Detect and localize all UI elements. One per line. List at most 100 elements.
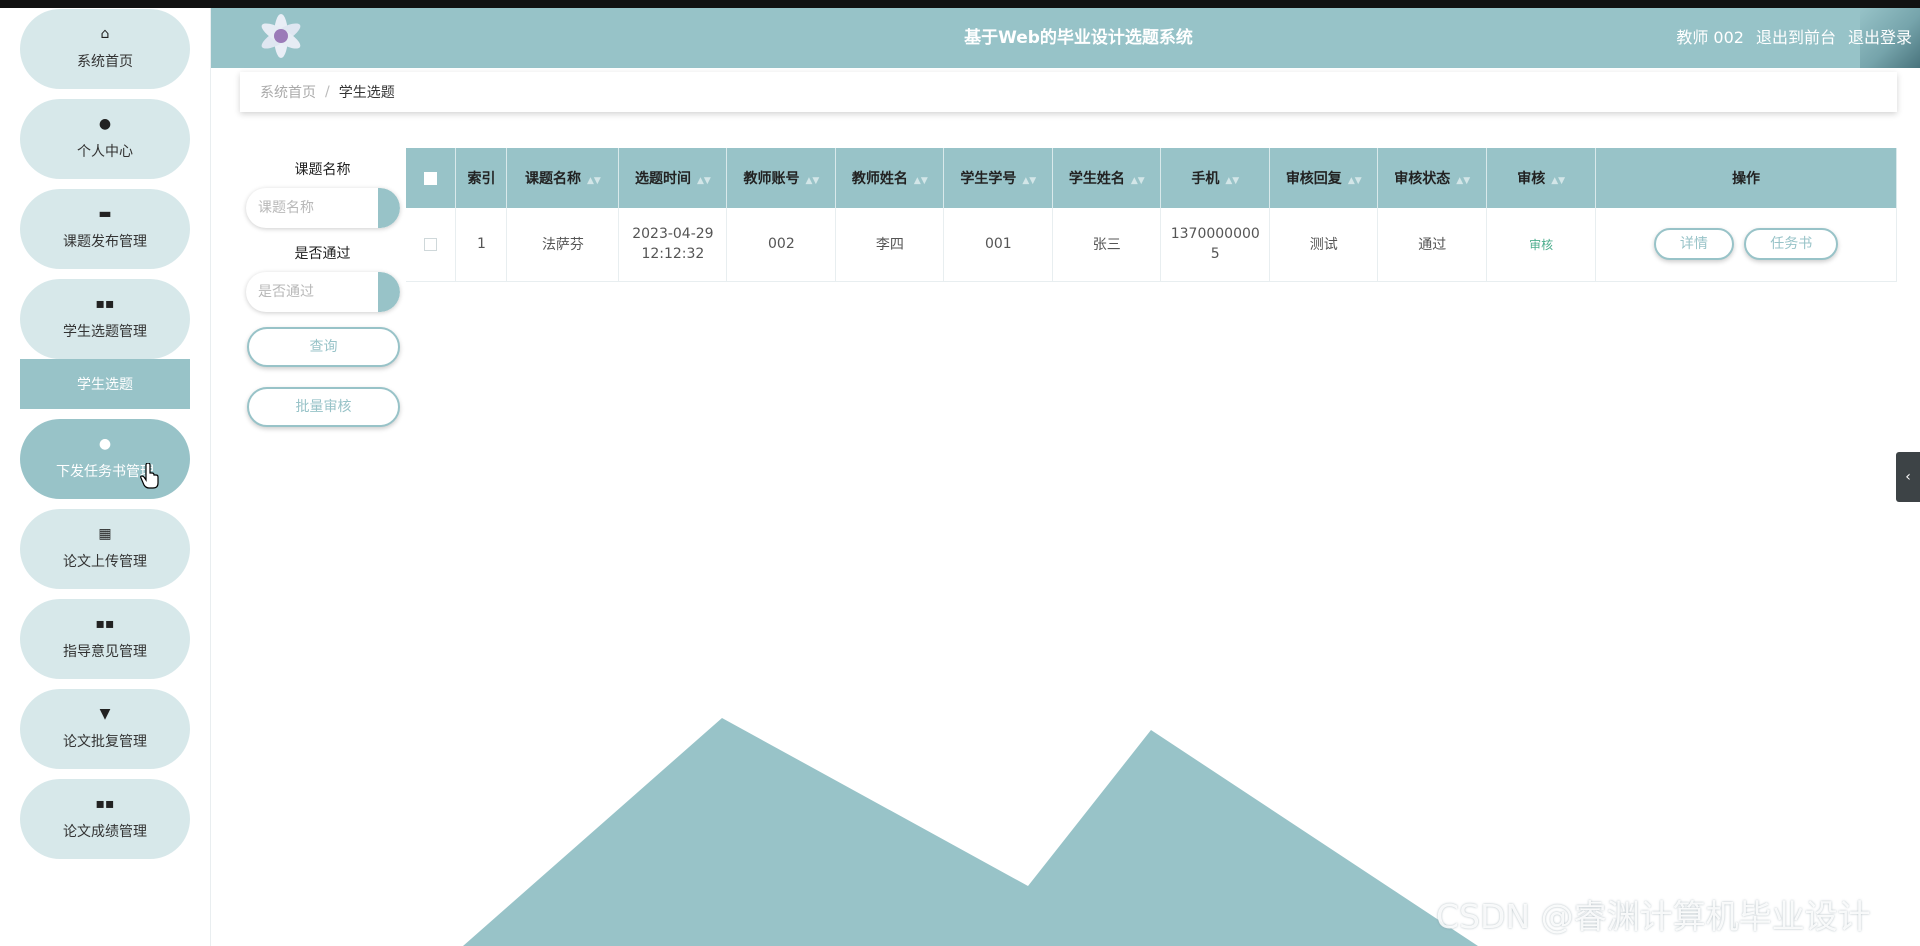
sidebar-item-home[interactable]: ⌂ 系统首页 <box>20 9 190 89</box>
col-teacher-name[interactable]: 教师姓名 ▲▼ <box>835 148 945 208</box>
col-index: 索引 <box>455 148 508 208</box>
passed-select-placeholder: 是否通过 <box>258 284 314 300</box>
sidebar-item-guidance[interactable]: ▪▪ 指导意见管理 <box>20 599 190 679</box>
detail-button[interactable]: 详情 <box>1653 228 1734 261</box>
sidebar-item-label: 课题发布管理 <box>63 234 147 250</box>
topic-filter-label: 课题名称 <box>294 162 351 178</box>
sort-icon[interactable]: ▲▼ <box>1456 176 1470 186</box>
side-collapse-toggle[interactable]: ‹ <box>1896 452 1920 502</box>
cell-topic: 法萨芬 <box>506 208 620 282</box>
batch-audit-button[interactable]: 批量审核 <box>247 387 400 427</box>
cell-reply: 测试 <box>1269 208 1379 282</box>
audit-link[interactable]: 审核 <box>1529 238 1553 252</box>
sidebar-subitem-student-selection[interactable]: 学生选题 <box>20 359 190 409</box>
col-reply[interactable]: 审核回复 ▲▼ <box>1269 148 1379 208</box>
sort-icon[interactable]: ▲▼ <box>587 176 601 186</box>
col-time[interactable]: 选题时间 ▲▼ <box>618 148 728 208</box>
sidebar-item-task-book[interactable]: ● 下发任务书管理 <box>20 419 190 499</box>
sort-icon[interactable]: ▲▼ <box>1551 176 1565 186</box>
col-label: 教师账号 <box>743 171 800 187</box>
grid-icon: ▪▪ <box>95 296 115 312</box>
cell-time: 2023-04-29 12:12:32 <box>618 208 728 282</box>
sidebar-item-label: 论文上传管理 <box>63 554 147 570</box>
cell-teacher-name: 李四 <box>835 208 945 282</box>
sidebar-item-profile[interactable]: ● 个人中心 <box>20 99 190 179</box>
sidebar-item-paper-upload[interactable]: ▦ 论文上传管理 <box>20 509 190 589</box>
sidebar-item-label: 学生选题管理 <box>63 324 147 340</box>
sidebar-item-topic-publish[interactable]: ▬ 课题发布管理 <box>20 189 190 269</box>
col-status[interactable]: 审核状态 ▲▼ <box>1377 148 1488 208</box>
sidebar-subitem-label: 学生选题 <box>77 377 133 393</box>
col-label: 教师姓名 <box>851 171 908 187</box>
sort-icon[interactable]: ▲▼ <box>805 176 819 186</box>
breadcrumb: 系统首页 / 学生选题 <box>240 72 1897 112</box>
col-phone[interactable]: 手机 ▲▼ <box>1160 148 1271 208</box>
col-topic[interactable]: 课题名称 ▲▼ <box>506 148 620 208</box>
top-header: 基于Web的毕业设计选题系统 教师 002 退出到前台 退出登录 <box>211 8 1920 68</box>
logout-link[interactable]: 退出登录 <box>1848 8 1912 68</box>
user-icon: ● <box>98 436 112 452</box>
passed-select[interactable]: 是否通过 <box>246 272 400 312</box>
cell-student-name: 张三 <box>1052 208 1162 282</box>
col-student-name[interactable]: 学生姓名 ▲▼ <box>1052 148 1162 208</box>
topic-input-placeholder: 课题名称 <box>258 200 314 216</box>
current-user: 教师 002 <box>1676 28 1744 47</box>
grid-icon: ▪▪ <box>95 616 115 632</box>
apps-icon: ▦ <box>98 526 112 542</box>
breadcrumb-separator: / <box>325 84 330 100</box>
cell-phone-line1: 1370000000 <box>1170 226 1260 243</box>
sidebar-item-label: 个人中心 <box>77 144 133 160</box>
col-label: 选题时间 <box>634 171 691 187</box>
sort-icon[interactable]: ▲▼ <box>1131 176 1145 186</box>
cell-phone: 1370000000 5 <box>1160 208 1271 282</box>
cell-ops: 详情 任务书 <box>1595 208 1897 282</box>
col-label: 学生学号 <box>960 171 1017 187</box>
sort-icon[interactable]: ▲▼ <box>1022 176 1036 186</box>
sort-icon[interactable]: ▲▼ <box>914 176 928 186</box>
sidebar-item-label: 指导意见管理 <box>63 644 147 660</box>
col-audit[interactable]: 审核 ▲▼ <box>1486 148 1597 208</box>
col-ops: 操作 <box>1595 148 1897 208</box>
table-header-row: 索引 课题名称 ▲▼ 选题时间 ▲▼ 教师账号 ▲▼ 教师姓名 ▲▼ 学生学号 ▲▼ 学生… <box>406 148 1897 208</box>
csdn-watermark: CSDN @睿渊计算机毕业设计 <box>1436 897 1871 936</box>
sidebar-item-label: 系统首页 <box>77 54 133 70</box>
col-label: 课题名称 <box>525 171 582 187</box>
cell-phone-line2: 5 <box>1210 246 1220 263</box>
cell-time-clock: 12:12:32 <box>641 246 705 263</box>
col-label: 手机 <box>1191 171 1220 187</box>
select-cap <box>378 272 400 312</box>
exit-to-front-link[interactable]: 退出到前台 <box>1756 8 1836 68</box>
book-icon: ▬ <box>98 206 112 222</box>
breadcrumb-current: 学生选题 <box>338 85 395 101</box>
query-button[interactable]: 查询 <box>247 327 400 367</box>
input-cap <box>378 188 400 228</box>
hand-cursor-icon <box>140 463 159 489</box>
table-row: 1 法萨芬 2023-04-29 12:12:32 002 李四 001 张三 … <box>406 208 1897 282</box>
cell-index: 1 <box>455 208 508 282</box>
home-icon: ⌂ <box>100 26 110 42</box>
col-label: 审核回复 <box>1285 171 1342 187</box>
passed-filter-label: 是否通过 <box>294 246 351 262</box>
col-label: 学生姓名 <box>1068 171 1125 187</box>
breadcrumb-home[interactable]: 系统首页 <box>260 82 316 102</box>
sidebar-item-student-selection[interactable]: ▪▪ 学生选题管理 <box>20 279 190 359</box>
col-teacher-id[interactable]: 教师账号 ▲▼ <box>726 148 837 208</box>
col-label: 审核状态 <box>1394 171 1451 187</box>
selection-table: 索引 课题名称 ▲▼ 选题时间 ▲▼ 教师账号 ▲▼ 教师姓名 ▲▼ 学生学号 ▲▼ 学生… <box>406 148 1897 282</box>
task-book-button[interactable]: 任务书 <box>1744 228 1839 261</box>
topic-search-input[interactable]: 课题名称 <box>246 188 400 228</box>
select-all-header[interactable] <box>406 148 457 208</box>
cell-teacher-id: 002 <box>726 208 837 282</box>
col-student-id[interactable]: 学生学号 ▲▼ <box>943 148 1054 208</box>
row-checkbox[interactable] <box>424 237 438 251</box>
chevron-left-icon: ‹ <box>1905 469 1911 485</box>
sort-icon[interactable]: ▲▼ <box>697 176 711 186</box>
header-user-area: 教师 002 退出到前台 退出登录 <box>1676 8 1912 68</box>
window-top-strip <box>0 0 1920 8</box>
sort-icon[interactable]: ▲▼ <box>1225 176 1239 186</box>
sort-icon[interactable]: ▲▼ <box>1348 176 1362 186</box>
cell-time-date: 2023-04-29 <box>632 226 714 243</box>
row-select-cell[interactable] <box>406 208 457 282</box>
cell-audit: 审核 <box>1486 208 1597 282</box>
select-all-checkbox[interactable] <box>424 171 438 185</box>
